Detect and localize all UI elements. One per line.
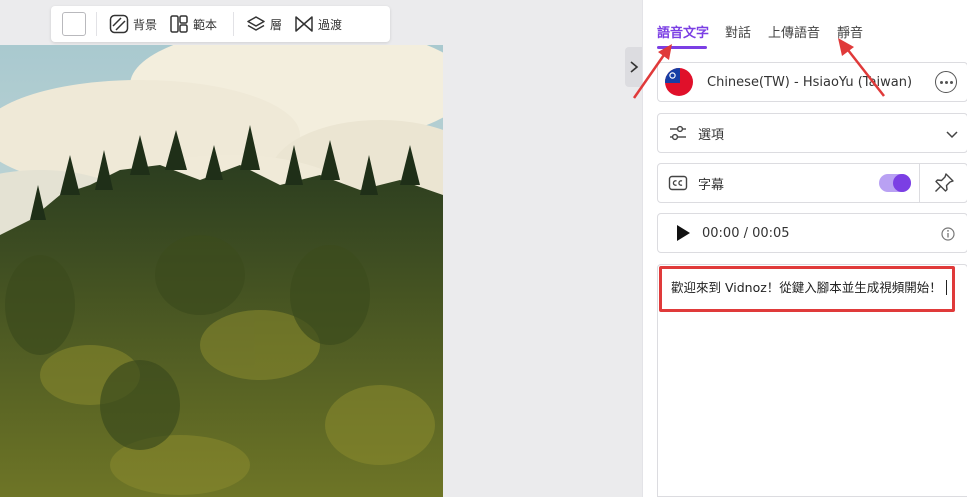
background-color-swatch[interactable] [62,12,86,36]
template-icon [170,15,188,33]
script-text-highlight[interactable]: 歡迎來到 Vidnoz！從鍵入腳本並生成視頻開始！ [659,266,955,312]
more-dot [944,80,948,84]
background-icon [109,14,129,34]
template-button-label: 範本 [193,17,218,32]
toolbar-divider [96,12,97,36]
background-button-label: 背景 [133,17,158,32]
layer-button[interactable]: 層 [244,6,288,42]
subtitles-toggle[interactable] [879,174,911,192]
toggle-knob [893,174,911,192]
voice-panel: 語音文字 對話 上傳語音 靜音 Chinese(TW) - HsiaoYu (T… [642,0,967,497]
play-icon[interactable] [674,224,692,242]
sliders-icon [668,123,688,143]
pin-icon [934,173,954,192]
transition-icon [295,16,313,32]
tab-dialogue[interactable]: 對話 [725,22,751,41]
script-editor[interactable]: 歡迎來到 Vidnoz！從鍵入腳本並生成視頻開始！ [657,264,967,497]
chevron-down-icon [946,131,958,139]
background-button[interactable]: 背景 [107,6,163,42]
audio-preview-row: 00:00 / 00:05 [657,213,967,253]
info-icon[interactable] [941,227,955,241]
layer-button-label: 層 [270,17,283,32]
layers-icon [247,16,265,31]
template-button[interactable]: 範本 [163,6,223,42]
more-options-button[interactable] [935,71,957,93]
transition-button-label: 過渡 [318,17,343,32]
canvas-toolbar: 背景 範本 層 過渡 [51,6,390,42]
annotation-arrow-right [838,38,885,97]
canvas-area: 背景 範本 層 過渡 [0,0,642,497]
subtitles-label: 字幕 [698,177,725,193]
transition-button[interactable]: 過渡 [288,6,348,42]
subtitles-row: 字幕 [657,163,967,203]
forest-scene-image[interactable] [0,45,443,497]
voice-selector[interactable]: Chinese(TW) - HsiaoYu (Taiwan) [657,62,967,102]
script-text: 歡迎來到 Vidnoz！從鍵入腳本並生成視頻開始！ [671,280,942,295]
panel-tabs: 語音文字 對話 上傳語音 靜音 [643,0,967,50]
more-dot [939,80,943,84]
closed-caption-icon [668,173,688,193]
more-dot [949,80,953,84]
subtitle-style-button[interactable] [919,163,967,203]
options-label: 選項 [698,127,725,143]
playback-time: 00:00 / 00:05 [702,225,790,241]
tab-speech-text[interactable]: 語音文字 [657,22,709,41]
annotation-arrow-left [632,44,672,99]
options-dropdown[interactable]: 選項 [657,113,967,153]
toolbar-divider [233,12,235,36]
tab-upload-audio[interactable]: 上傳語音 [768,22,820,41]
text-caret [945,280,947,295]
